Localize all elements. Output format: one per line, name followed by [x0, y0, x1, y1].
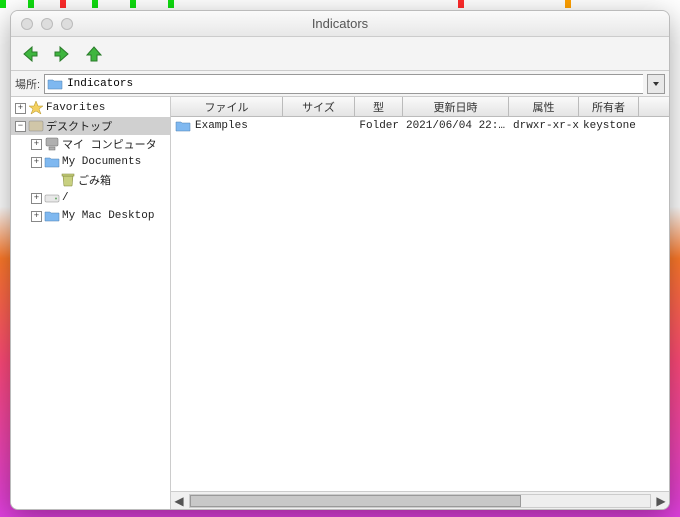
cell-owner: keystone: [579, 120, 639, 132]
expand-icon[interactable]: +: [31, 193, 42, 204]
cell-type: Folder: [355, 120, 403, 132]
tree-item-label: Favorites: [46, 102, 105, 114]
column-headers: ファイルサイズ型更新日時属性所有者: [171, 97, 669, 117]
tree-item[interactable]: +/: [11, 189, 170, 207]
column-header[interactable]: 属性: [509, 97, 579, 116]
tree-item-label: My Documents: [62, 156, 141, 168]
tree-item-label: デスクトップ: [46, 118, 112, 134]
file-list-panel: ファイルサイズ型更新日時属性所有者 Examples Folder2021/06/…: [171, 97, 669, 509]
back-button[interactable]: [17, 41, 43, 67]
column-header[interactable]: 更新日時: [403, 97, 509, 116]
folder-icon: [44, 208, 60, 224]
horizontal-scrollbar[interactable]: ◀ ▶: [171, 491, 669, 509]
trash-icon: [60, 172, 76, 188]
tree-item-label: /: [62, 192, 69, 204]
location-label: 場所:: [15, 76, 40, 92]
star-icon: [28, 100, 44, 116]
folder-icon: [175, 118, 191, 134]
drive-icon: [44, 190, 60, 206]
expand-icon[interactable]: +: [31, 157, 42, 168]
scroll-right-button[interactable]: ▶: [653, 493, 669, 509]
column-header[interactable]: 所有者: [579, 97, 639, 116]
folder-icon: [44, 154, 60, 170]
column-header[interactable]: 型: [355, 97, 403, 116]
scroll-track[interactable]: [189, 494, 651, 508]
scroll-thumb[interactable]: [190, 495, 521, 507]
tree-item-label: マイ コンピュータ: [62, 136, 157, 152]
location-field[interactable]: [44, 74, 643, 94]
toolbar: [11, 37, 669, 71]
file-list[interactable]: Examples Folder2021/06/04 22:…drwxr-xr-xk…: [171, 117, 669, 491]
titlebar[interactable]: Indicators: [11, 11, 669, 37]
tree-item[interactable]: + My Mac Desktop: [11, 207, 170, 225]
chevron-down-icon: [652, 80, 660, 88]
forward-button[interactable]: [49, 41, 75, 67]
cell-date: 2021/06/04 22:…: [403, 120, 509, 132]
expand-icon[interactable]: +: [31, 211, 42, 222]
tree-item[interactable]: + マイ コンピュータ: [11, 135, 170, 153]
tree-item-label: My Mac Desktop: [62, 210, 154, 222]
column-header[interactable]: サイズ: [283, 97, 355, 116]
comp-icon: [44, 136, 60, 152]
column-header[interactable]: ファイル: [171, 97, 283, 116]
close-button[interactable]: [21, 18, 33, 30]
folder-icon: [47, 76, 63, 92]
tree-item[interactable]: ごみ箱: [11, 171, 170, 189]
table-row[interactable]: Examples Folder2021/06/04 22:…drwxr-xr-xk…: [171, 117, 669, 135]
tree-item[interactable]: + My Documents: [11, 153, 170, 171]
minimize-button[interactable]: [41, 18, 53, 30]
location-bar: 場所:: [11, 71, 669, 97]
collapse-icon[interactable]: −: [15, 121, 26, 132]
file-browser-window: Indicators 場所: + Favorites − デスクトップ + マイ コンピュ…: [10, 10, 670, 510]
zoom-button[interactable]: [61, 18, 73, 30]
scroll-left-button[interactable]: ◀: [171, 493, 187, 509]
location-input[interactable]: [67, 75, 641, 93]
tree-item[interactable]: + Favorites: [11, 99, 170, 117]
up-button[interactable]: [81, 41, 107, 67]
expand-icon[interactable]: +: [31, 139, 42, 150]
window-title: Indicators: [11, 16, 669, 31]
tree-item-label: ごみ箱: [78, 172, 111, 188]
cell-file: Examples: [171, 118, 283, 134]
expander-spacer: [47, 175, 58, 186]
sidebar-tree[interactable]: + Favorites − デスクトップ + マイ コンピュータ + My Documents…: [11, 97, 171, 509]
tree-item[interactable]: − デスクトップ: [11, 117, 170, 135]
desk-icon: [28, 118, 44, 134]
cell-attr: drwxr-xr-x: [509, 120, 579, 132]
expand-icon[interactable]: +: [15, 103, 26, 114]
location-dropdown-button[interactable]: [647, 74, 665, 94]
